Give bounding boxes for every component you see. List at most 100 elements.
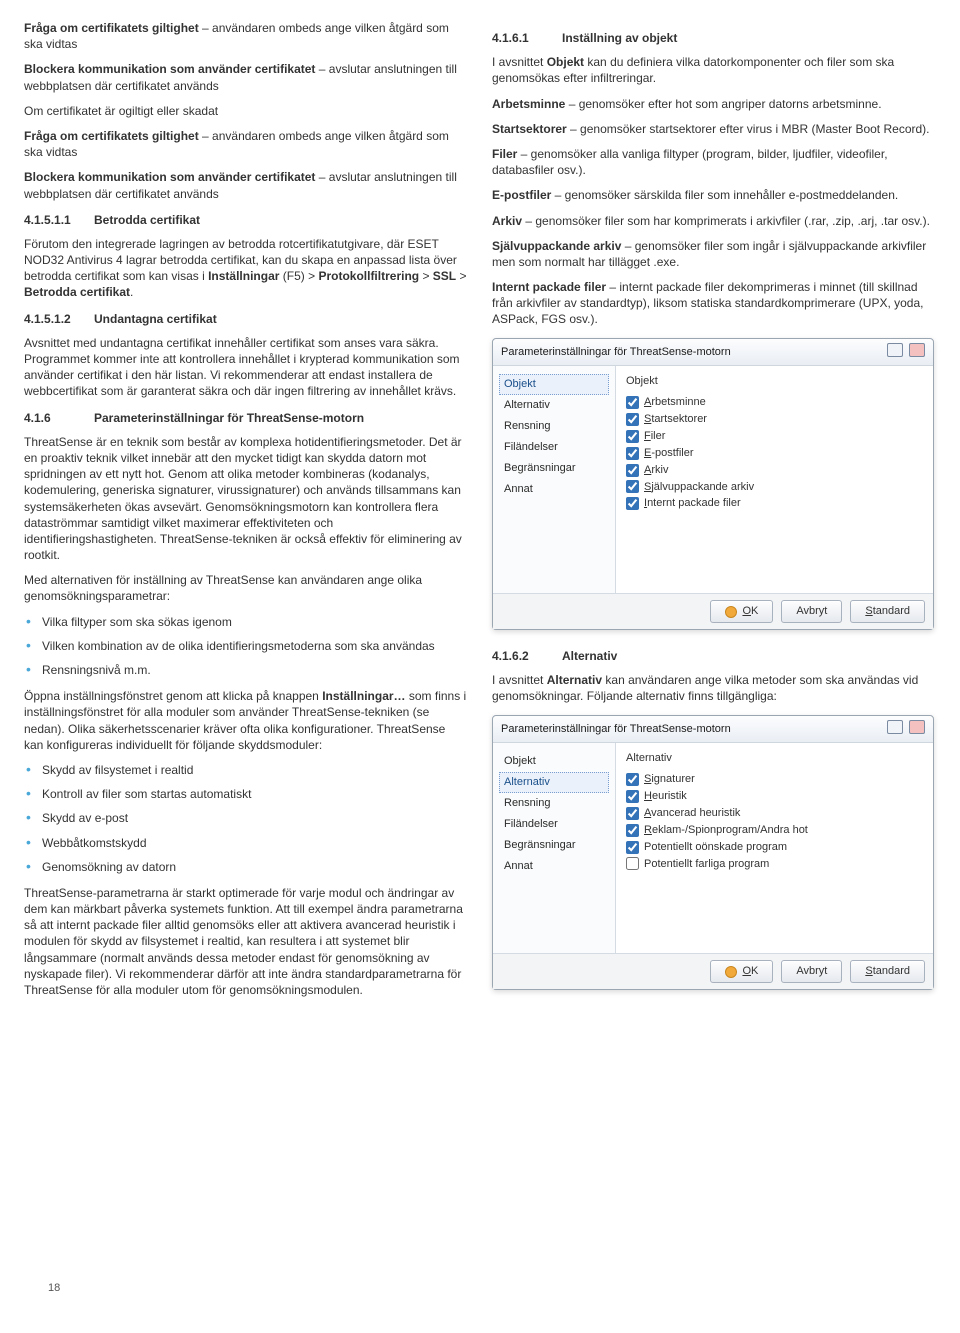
checkbox-row[interactable]: Filer: [626, 429, 923, 444]
dialog-side-list: ObjektAlternativRensningFiländelserBegrä…: [493, 743, 616, 953]
checkbox-row[interactable]: E-postfiler: [626, 446, 923, 461]
para: I avsnittet Alternativ kan användaren an…: [492, 672, 936, 704]
checkbox[interactable]: [626, 824, 639, 837]
checkbox-label: E-postfiler: [644, 446, 694, 461]
checkbox[interactable]: [626, 790, 639, 803]
cancel-button[interactable]: Avbryt: [781, 960, 842, 983]
dialog-side-item[interactable]: Filändelser: [499, 437, 609, 458]
standard-button[interactable]: Standard: [850, 960, 925, 983]
cancel-button[interactable]: Avbryt: [781, 600, 842, 623]
dialog-side-item[interactable]: Begränsningar: [499, 458, 609, 479]
checkbox-label: Heuristik: [644, 789, 687, 804]
help-icon[interactable]: [887, 343, 903, 357]
section-heading: 4.1.6.2Alternativ: [492, 648, 936, 664]
checkbox-row[interactable]: Startsektorer: [626, 412, 923, 427]
para: Avsnittet med undantagna certifikat inne…: [24, 335, 468, 400]
checkbox-row[interactable]: Signaturer: [626, 772, 923, 787]
para: ThreatSense är en teknik som består av k…: [24, 434, 468, 564]
window-controls[interactable]: [884, 343, 925, 362]
dialog-alternativ: Parameterinställningar för ThreatSense-m…: [492, 715, 934, 991]
list-item: Vilka filtyper som ska sökas igenom: [24, 614, 468, 630]
checkbox-label: Avancerad heuristik: [644, 806, 740, 821]
close-icon[interactable]: [909, 343, 925, 357]
para: Arkiv – genomsöker filer som har komprim…: [492, 213, 936, 229]
checkbox[interactable]: [626, 396, 639, 409]
list-item: Vilken kombination av de olika identifie…: [24, 638, 468, 654]
dialog-side-item[interactable]: Alternativ: [499, 772, 609, 793]
checkbox-row[interactable]: Arkiv: [626, 463, 923, 478]
checkbox-row[interactable]: Internt packade filer: [626, 496, 923, 511]
ok-icon: [725, 606, 737, 618]
dialog-titlebar[interactable]: Parameterinställningar för ThreatSense-m…: [493, 716, 933, 744]
para: Självuppackande arkiv – genomsöker filer…: [492, 238, 936, 270]
para: Startsektorer – genomsöker startsektorer…: [492, 121, 936, 137]
dialog-side-item[interactable]: Annat: [499, 479, 609, 500]
para: Blockera kommunikation som använder cert…: [24, 61, 468, 93]
para: Förutom den integrerade lagringen av bet…: [24, 236, 468, 301]
section-heading: 4.1.5.1.1Betrodda certifikat: [24, 212, 468, 228]
para: Blockera kommunikation som använder cert…: [24, 169, 468, 201]
checkbox-label: Självuppackande arkiv: [644, 480, 754, 495]
checkbox-row[interactable]: Reklam-/Spionprogram/Andra hot: [626, 823, 923, 838]
checkbox-label: Arbetsminne: [644, 395, 706, 410]
checkbox[interactable]: [626, 413, 639, 426]
checkbox-row[interactable]: Heuristik: [626, 789, 923, 804]
checkbox[interactable]: [626, 480, 639, 493]
dialog-side-list: ObjektAlternativRensningFiländelserBegrä…: [493, 366, 616, 593]
ok-button[interactable]: OK: [710, 960, 773, 983]
list-item: Genomsökning av datorn: [24, 859, 468, 875]
checkbox-label: Arkiv: [644, 463, 668, 478]
checkbox-label: Filer: [644, 429, 665, 444]
dialog-title-text: Parameterinställningar för ThreatSense-m…: [501, 345, 731, 360]
bullet-list: Vilka filtyper som ska sökas igenom Vilk…: [24, 614, 468, 679]
checkbox[interactable]: [626, 857, 639, 870]
checkbox[interactable]: [626, 464, 639, 477]
dialog-side-item[interactable]: Alternativ: [499, 395, 609, 416]
list-item: Rensningsnivå m.m.: [24, 662, 468, 678]
ok-button[interactable]: OK: [710, 600, 773, 623]
dialog-side-item[interactable]: Objekt: [499, 374, 609, 395]
section-heading: 4.1.5.1.2Undantagna certifikat: [24, 311, 468, 327]
para: Öppna inställningsfönstret genom att kli…: [24, 688, 468, 753]
section-heading: 4.1.6Parameterinställningar för ThreatSe…: [24, 410, 468, 426]
checkbox-label: Internt packade filer: [644, 496, 741, 511]
checkbox-row[interactable]: Arbetsminne: [626, 395, 923, 410]
checkbox-row[interactable]: Potentiellt oönskade program: [626, 840, 923, 855]
dialog-side-item[interactable]: Filändelser: [499, 814, 609, 835]
checkbox-row[interactable]: Avancerad heuristik: [626, 806, 923, 821]
dialog-side-item[interactable]: Rensning: [499, 793, 609, 814]
checkbox-label: Potentiellt farliga program: [644, 857, 769, 872]
checkbox[interactable]: [626, 447, 639, 460]
page-number: 18: [48, 1281, 60, 1296]
group-title: Alternativ: [626, 751, 923, 766]
checkbox-label: Potentiellt oönskade program: [644, 840, 787, 855]
checkbox[interactable]: [626, 807, 639, 820]
para: Filer – genomsöker alla vanliga filtyper…: [492, 146, 936, 178]
checkbox[interactable]: [626, 497, 639, 510]
checkbox-label: Signaturer: [644, 772, 695, 787]
ok-icon: [725, 966, 737, 978]
list-item: Skydd av e-post: [24, 810, 468, 826]
checkbox[interactable]: [626, 841, 639, 854]
help-icon[interactable]: [887, 720, 903, 734]
list-item: Skydd av filsystemet i realtid: [24, 762, 468, 778]
checkbox-row[interactable]: Självuppackande arkiv: [626, 480, 923, 495]
para: Med alternativen för inställning av Thre…: [24, 572, 468, 604]
close-icon[interactable]: [909, 720, 925, 734]
checkbox[interactable]: [626, 430, 639, 443]
list-item: Webbåtkomstskydd: [24, 835, 468, 851]
standard-button[interactable]: Standard: [850, 600, 925, 623]
dialog-title-text: Parameterinställningar för ThreatSense-m…: [501, 722, 731, 737]
dialog-side-item[interactable]: Rensning: [499, 416, 609, 437]
checkbox-row[interactable]: Potentiellt farliga program: [626, 857, 923, 872]
dialog-side-item[interactable]: Objekt: [499, 751, 609, 772]
dialog-side-item[interactable]: Begränsningar: [499, 835, 609, 856]
checkbox[interactable]: [626, 773, 639, 786]
para: E-postfiler – genomsöker särskilda filer…: [492, 187, 936, 203]
para: Internt packade filer – internt packade …: [492, 279, 936, 328]
dialog-titlebar[interactable]: Parameterinställningar för ThreatSense-m…: [493, 339, 933, 367]
list-item: Kontroll av filer som startas automatisk…: [24, 786, 468, 802]
para: Arbetsminne – genomsöker efter hot som a…: [492, 96, 936, 112]
window-controls[interactable]: [884, 720, 925, 739]
dialog-side-item[interactable]: Annat: [499, 856, 609, 877]
